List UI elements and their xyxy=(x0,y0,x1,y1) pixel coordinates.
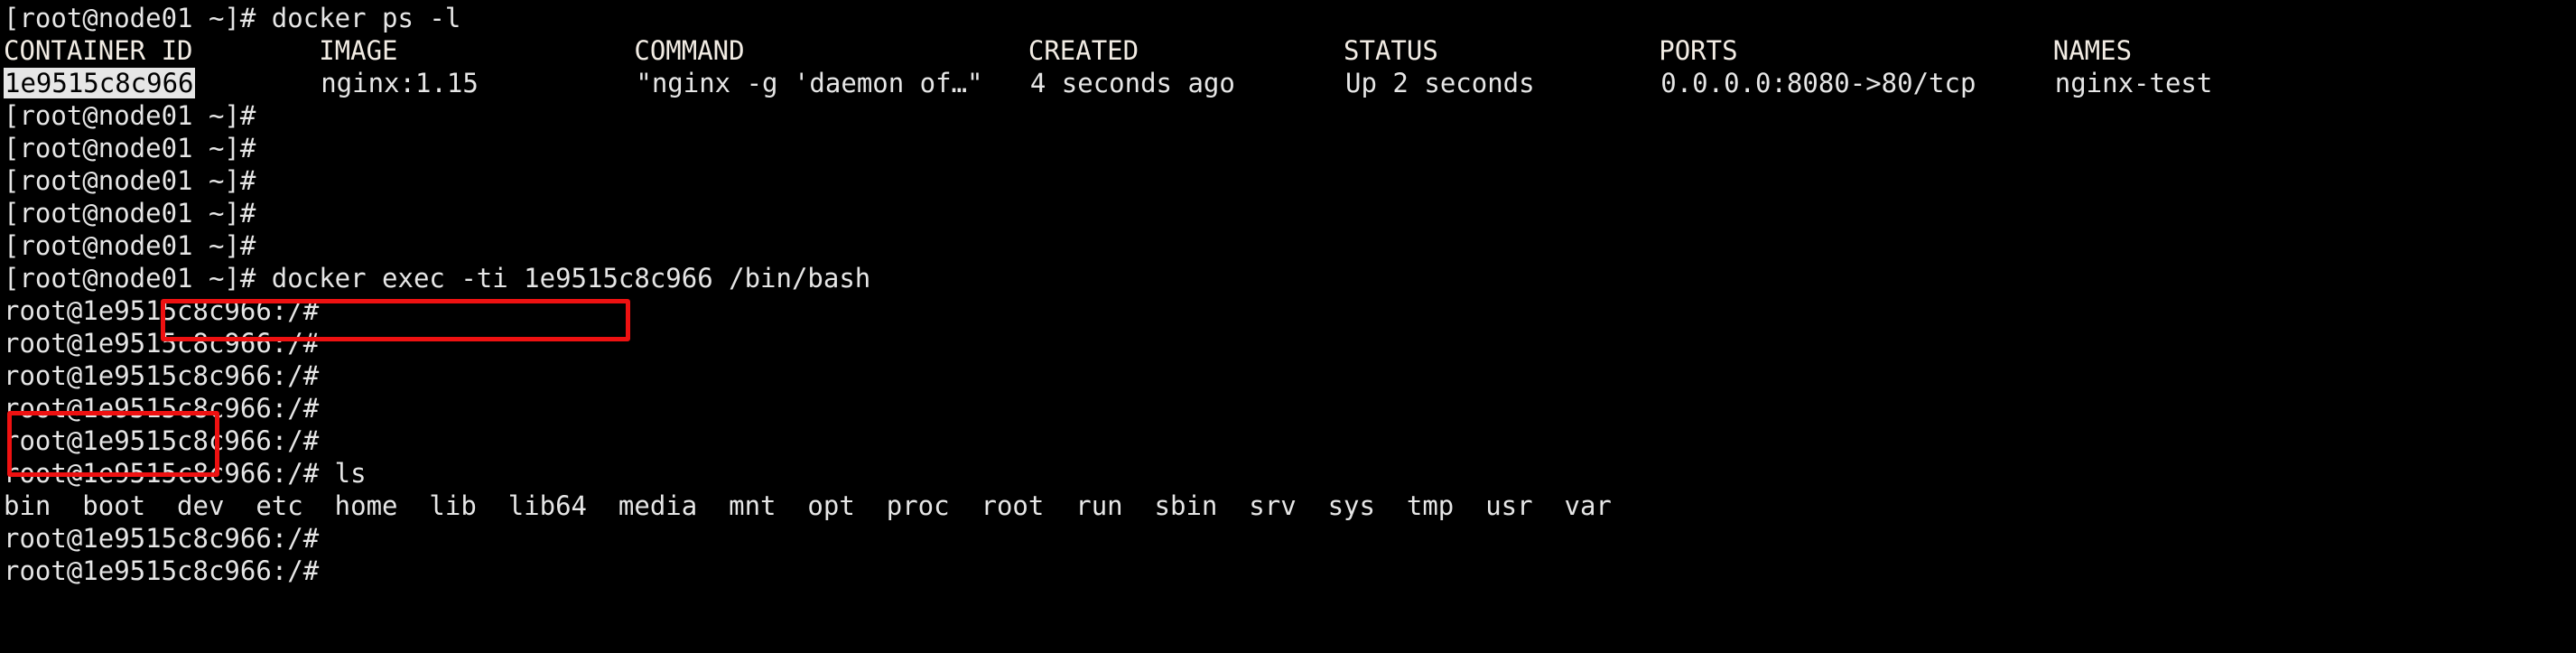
terminal-line-prompt-2: [root@node01 ~]# xyxy=(4,133,272,163)
terminal-line-container-prompt-4: root@1e9515c8c966:/# xyxy=(4,393,335,424)
terminal-screen[interactable]: [root@node01 ~]# docker ps -l CONTAINER … xyxy=(4,2,2568,587)
terminal-line-command-docker-ps: [root@node01 ~]# docker ps -l xyxy=(4,3,461,33)
docker-ps-table-row: 1e9515c8c966 nginx:1.15 "nginx -g 'daemo… xyxy=(4,67,2568,99)
terminal-line-container-prompt-6: root@1e9515c8c966:/# xyxy=(4,523,335,554)
terminal-line-prompt-5: [root@node01 ~]# xyxy=(4,230,272,261)
terminal-line-container-prompt-2: root@1e9515c8c966:/# xyxy=(4,328,335,359)
docker-ps-table-header: CONTAINER ID IMAGE COMMAND CREATED STATU… xyxy=(4,35,2133,66)
terminal-line-container-prompt-3: root@1e9515c8c966:/# xyxy=(4,360,335,391)
terminal-line-prompt-4: [root@node01 ~]# xyxy=(4,198,272,229)
terminal-line-prompt-3: [root@node01 ~]# xyxy=(4,165,272,196)
terminal-line-container-prompt-1: root@1e9515c8c966:/# xyxy=(4,295,335,326)
terminal-line-ls-output: bin boot dev etc home lib lib64 media mn… xyxy=(4,490,1612,521)
container-row-rest: nginx:1.15 "nginx -g 'daemon of…" 4 seco… xyxy=(194,68,2213,98)
terminal-line-command-ls: root@1e9515c8c966:/# ls xyxy=(4,458,367,489)
terminal-window[interactable]: [root@node01 ~]# docker ps -l CONTAINER … xyxy=(0,0,2576,653)
container-id-selected[interactable]: 1e9515c8c966 xyxy=(4,68,195,98)
terminal-line-container-prompt-5: root@1e9515c8c966:/# xyxy=(4,425,335,456)
terminal-line-command-docker-exec: [root@node01 ~]# docker exec -ti 1e9515c… xyxy=(4,263,871,294)
terminal-line-prompt-1: [root@node01 ~]# xyxy=(4,100,272,131)
terminal-line-container-prompt-7: root@1e9515c8c966:/# xyxy=(4,555,335,586)
